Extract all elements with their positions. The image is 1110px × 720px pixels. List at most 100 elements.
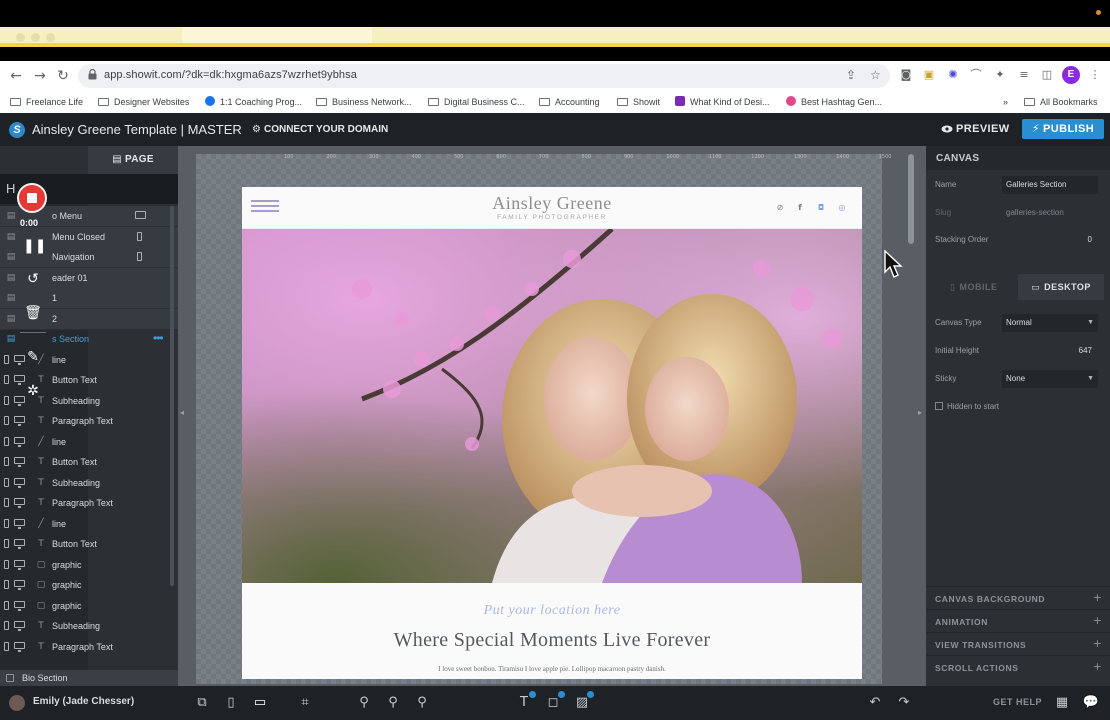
url-text[interactable]: app.showit.com/?dk=dk:hxgma6azs7wzrhet9y… [104, 69, 357, 81]
bookmark-item[interactable]: Designer Websites [98, 95, 189, 109]
mobile-visibility-icon[interactable] [137, 231, 142, 241]
accordion-scroll-actions[interactable]: SCROLL ACTIONS + [926, 655, 1110, 678]
trash-icon[interactable]: 🗑 [23, 303, 43, 323]
back-icon[interactable]: ← [7, 67, 25, 85]
window-minimize-icon[interactable] [31, 33, 40, 42]
section-headline[interactable]: Where Special Moments Live Forever [242, 629, 862, 652]
site-preview[interactable]: Ainsley Greene FAMILY PHOTOGRAPHER ⊘ f ◘… [242, 187, 862, 679]
layer-row[interactable]: T Button Text [0, 534, 178, 555]
canvas-scrollbar[interactable] [908, 154, 914, 244]
reading-list-icon[interactable]: ≡ [1017, 68, 1031, 82]
connect-domain-button[interactable]: ⚙ CONNECT YOUR DOMAIN [252, 124, 388, 135]
device-visibility-icon[interactable] [4, 559, 28, 570]
device-visibility-icon[interactable] [4, 477, 28, 488]
device-visibility-icon[interactable] [4, 539, 28, 549]
instagram-icon[interactable]: ◘ [816, 203, 826, 213]
extension-icon[interactable]: ▣ [922, 68, 936, 82]
layer-row[interactable]: ▢ graphic [0, 596, 178, 617]
window-maximize-icon[interactable] [46, 33, 55, 42]
chat-icon[interactable]: 💬 [1082, 694, 1100, 712]
bookmark-item[interactable]: Showit [617, 95, 660, 109]
device-visibility-icon[interactable] [4, 436, 28, 447]
collapse-right-icon[interactable]: ▸ [918, 408, 924, 418]
device-visibility-icon[interactable] [4, 600, 28, 611]
address-bar[interactable]: app.showit.com/?dk=dk:hxgma6azs7wzrhet9y… [78, 64, 890, 88]
bookmark-star-icon[interactable]: ☆ [870, 68, 881, 82]
accordion-view-transitions[interactable]: VIEW TRANSITIONS + [926, 632, 1110, 655]
publish-button[interactable]: ⚡ PUBLISH [1022, 119, 1104, 139]
layer-section-bio[interactable]: Bio Section [0, 670, 178, 686]
undo-icon[interactable]: ↶ [866, 694, 884, 712]
stop-recording-button[interactable] [17, 183, 47, 213]
layer-row[interactable]: ▢ graphic [0, 555, 178, 576]
accordion-canvas-background[interactable]: CANVAS BACKGROUND + [926, 586, 1110, 609]
sticky-select[interactable]: None ▼ [1002, 370, 1098, 388]
desktop-view-icon[interactable]: ▭ [251, 694, 269, 712]
device-visibility-icon[interactable] [4, 416, 28, 426]
hero-photo[interactable] [242, 229, 862, 583]
layer-row[interactable]: ╱ line [0, 432, 178, 453]
layer-row[interactable]: T Paragraph Text [0, 411, 178, 432]
gear-extension-icon[interactable]: ✺ [946, 68, 960, 82]
layers-scrollbar[interactable] [170, 206, 174, 586]
browser-active-tab[interactable] [182, 27, 372, 43]
brand-logo[interactable]: Ainsley Greene [242, 193, 862, 214]
layer-row[interactable]: ╱ line [0, 514, 178, 535]
section-paragraph[interactable]: I love sweet bonbon. Tiramisu I love app… [242, 665, 862, 673]
mobile-view-icon[interactable]: ▯ [222, 694, 240, 712]
side-panel-icon[interactable]: ◫ [1040, 68, 1054, 82]
device-visibility-icon[interactable] [4, 457, 28, 467]
profile-avatar[interactable]: E [1062, 66, 1080, 84]
all-bookmarks[interactable]: All Bookmarks [1024, 95, 1098, 109]
arc-extension-icon[interactable]: ⌒ [969, 68, 983, 82]
intro-section[interactable]: Put your location here Where Special Mom… [242, 583, 862, 679]
device-visibility-icon[interactable] [4, 518, 28, 529]
bookmark-item[interactable]: 1:1 Coaching Prog... [205, 95, 302, 109]
kebab-menu-icon[interactable]: ⋮ [1088, 68, 1102, 82]
stacking-order-input[interactable]: 0 [1056, 231, 1098, 249]
all-devices-icon[interactable]: ⧉ [193, 694, 211, 712]
name-input[interactable]: Galleries Section [1002, 176, 1098, 194]
preview-button[interactable]: PREVIEW [941, 123, 1010, 135]
zoom-reset-icon[interactable]: ⚲ [384, 694, 402, 712]
add-image-icon[interactable]: ▨ [573, 691, 594, 712]
hidden-to-start-checkbox[interactable]: Hidden to start [935, 402, 999, 411]
help-docs-icon[interactable]: ▦ [1053, 694, 1071, 712]
collapse-left-icon[interactable]: ◂ [180, 408, 186, 418]
pinterest-icon[interactable]: ⊘ [775, 203, 785, 213]
tab-desktop[interactable]: ▭ DESKTOP [1018, 274, 1104, 300]
bookmark-item[interactable]: Accounting [539, 95, 600, 109]
bookmark-item[interactable]: Freelance Life [10, 95, 83, 109]
bookmark-item[interactable]: Best Hashtag Gen... [786, 95, 882, 109]
user-avatar[interactable] [9, 695, 25, 711]
layer-row[interactable]: ▢ graphic [0, 575, 178, 596]
site-title[interactable]: Ainsley Greene Template | MASTER [32, 122, 242, 137]
device-visibility-icon[interactable] [4, 580, 28, 590]
initial-height-input[interactable]: 647 [1056, 342, 1098, 360]
location-script-text[interactable]: Put your location here [242, 603, 862, 619]
add-shape-icon[interactable]: ◻ [544, 691, 565, 712]
user-name[interactable]: Emily (Jade Chesser) [33, 696, 134, 707]
more-options-icon[interactable]: ••• [153, 331, 164, 345]
forward-icon[interactable]: → [31, 67, 49, 85]
bookmark-item[interactable]: Digital Business C... [428, 95, 525, 109]
tab-mobile[interactable]: ▯ MOBILE [932, 274, 1018, 300]
pause-icon[interactable]: ❚❚ [23, 236, 46, 256]
effects-icon[interactable]: ✲ [23, 381, 43, 401]
layer-row[interactable]: T Subheading [0, 616, 178, 637]
tab-page[interactable]: ▤ PAGE [88, 146, 178, 174]
design-canvas[interactable]: 100 200 300 400 500 600 700 800 900 1000 1100 1200 1… [178, 146, 926, 686]
zoom-in-icon[interactable]: ⚲ [413, 694, 431, 712]
window-close-icon[interactable] [16, 33, 25, 42]
layer-row[interactable]: T Paragraph Text [0, 493, 178, 514]
add-text-icon[interactable]: T [515, 691, 536, 712]
zoom-out-icon[interactable]: ⚲ [355, 694, 373, 712]
desktop-visibility-icon[interactable] [135, 211, 146, 219]
more-bookmarks-icon[interactable]: » [1003, 95, 1008, 109]
pencil-icon[interactable]: ✎ [23, 347, 43, 367]
canvas-type-select[interactable]: Normal ▼ [1002, 314, 1098, 332]
redo-icon[interactable]: ↷ [895, 694, 913, 712]
layer-row[interactable]: T Paragraph Text [0, 637, 178, 658]
facebook-icon[interactable]: f [795, 203, 805, 213]
email-icon[interactable]: ◎ [837, 203, 847, 213]
